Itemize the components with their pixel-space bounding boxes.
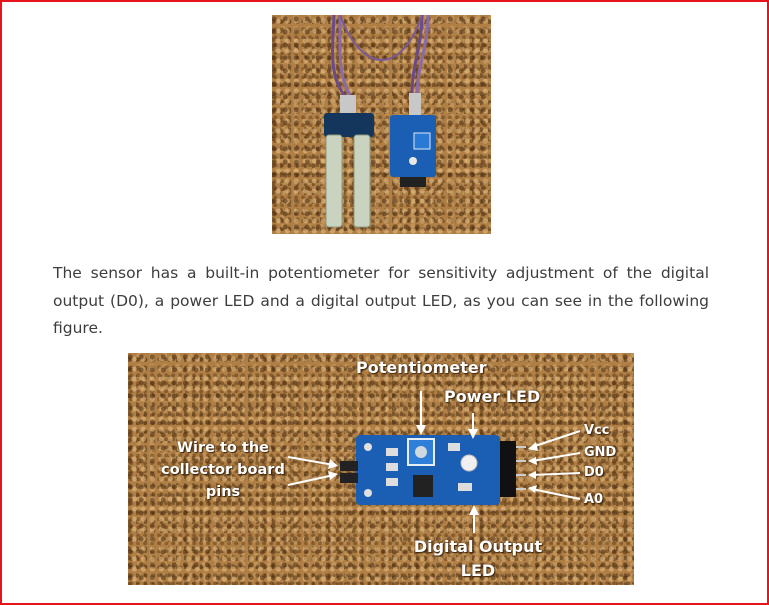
label-d0: D0	[584, 465, 604, 480]
label-a0: A0	[584, 492, 604, 507]
label-power-led: Power LED	[444, 387, 541, 406]
label-wire-to-collector: Wire to the collector board pins	[158, 437, 288, 503]
label-gnd: GND	[584, 445, 617, 460]
label-digital-output-line2: LED	[460, 561, 496, 580]
annotated-sensor-photo: Potentiometer Power LED Wire to the coll…	[128, 353, 634, 585]
label-wire-line3: pins	[205, 484, 241, 500]
label-digital-output-led: Digital Output LED	[398, 535, 558, 583]
sensor-photo-drawing	[324, 15, 436, 228]
description-paragraph: The sensor has a built-in potentiometer …	[53, 264, 709, 337]
sensor-photo	[272, 15, 491, 234]
label-digital-output-line1: Digital Output	[413, 537, 543, 556]
label-wire-line1: Wire to the	[176, 440, 270, 456]
page-frame: The sensor has a built-in potentiometer …	[0, 0, 769, 605]
label-vcc: Vcc	[584, 423, 610, 438]
label-potentiometer: Potentiometer	[356, 358, 487, 377]
label-wire-line2: collector board	[161, 462, 285, 478]
